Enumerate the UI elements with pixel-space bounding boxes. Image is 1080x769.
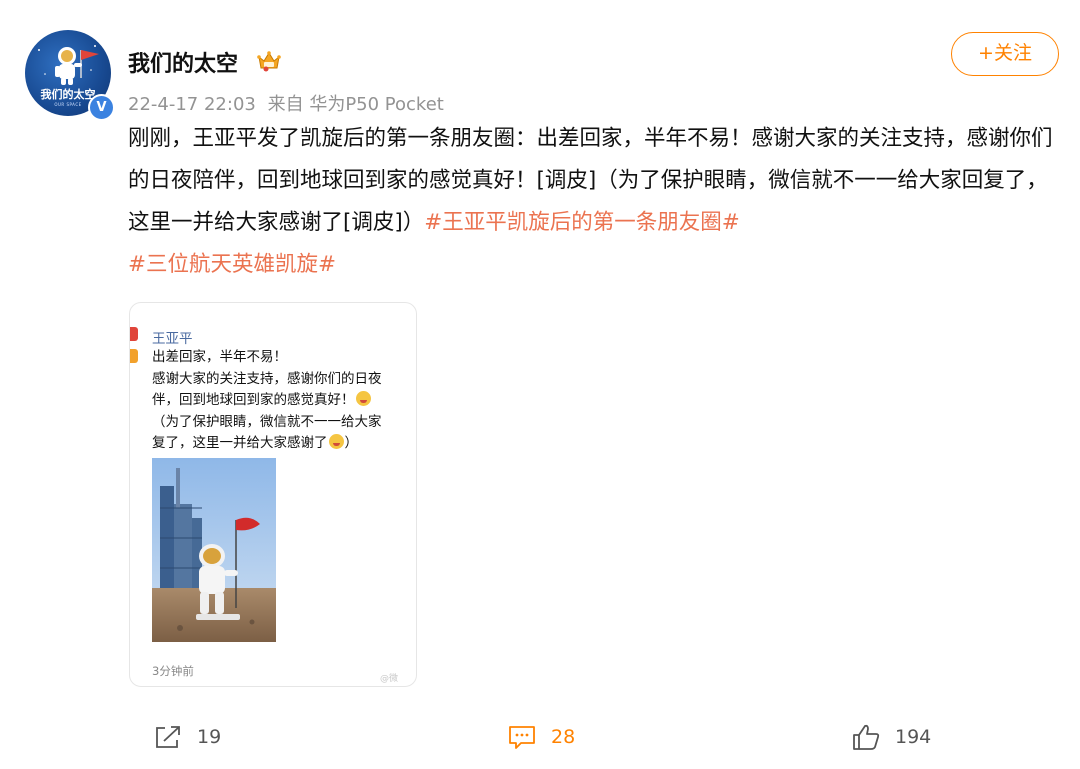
moment-line: 感谢大家的关注支持，感谢你们的日夜: [152, 370, 382, 387]
astronaut-photo: [152, 458, 276, 642]
moment-text: ）: [344, 435, 359, 451]
app-edge-icon: [130, 349, 138, 363]
moment-text: 复了，这里一并给大家感谢了: [152, 435, 328, 451]
hashtag-link[interactable]: #三位航天英雄凯旋#: [128, 252, 336, 277]
embedded-screenshot[interactable]: 王亚平 出差回家，半年不易！ 感谢大家的关注支持，感谢你们的日夜 伴，回到地球回…: [129, 302, 417, 687]
moment-author: 王亚平: [152, 331, 193, 347]
comment-count: 28: [551, 726, 576, 748]
moment-line: 伴，回到地球回到家的感觉真好！: [152, 390, 416, 412]
crown-icon[interactable]: [257, 50, 281, 72]
emoji-icon: [328, 434, 344, 449]
moment-body: 出差回家，半年不易！ 感谢大家的关注支持，感谢你们的日夜 伴，回到地球回到家的感…: [152, 347, 416, 455]
post-text: 刚刚，王亚平发了凯旋后的第一条朋友圈：出差回家，半年不易！感谢大家的关注支持，感…: [128, 118, 1063, 286]
moment-line: （为了保护眼睛，微信就不一一给大家: [152, 413, 382, 430]
post-source: 来自 华为P50 Pocket: [267, 94, 444, 115]
verified-badge-icon: V: [88, 94, 115, 121]
moment-line: 出差回家，半年不易！: [152, 349, 287, 365]
moment-line: 复了，这里一并给大家感谢了 ）: [152, 433, 416, 455]
hashtag-link[interactable]: #王亚平凯旋后的第一条朋友圈#: [424, 210, 740, 235]
author-name[interactable]: 我们的太空: [128, 46, 238, 78]
like-count: 194: [895, 726, 932, 748]
share-count: 19: [197, 726, 222, 748]
emoji-icon: [355, 391, 371, 406]
watermark: @微: [380, 674, 399, 684]
comment-icon: [509, 726, 535, 749]
like-button[interactable]: 194: [851, 722, 931, 752]
share-icon: [156, 726, 180, 748]
moment-time: 3分钟前: [152, 664, 194, 678]
follow-button[interactable]: +关注: [951, 32, 1059, 76]
app-edge-icon: [130, 327, 138, 341]
thumbs-up-icon: [853, 724, 880, 750]
moment-text: 伴，回到地球回到家的感觉真好！: [152, 392, 355, 408]
share-button[interactable]: 19: [153, 722, 221, 752]
post-meta: 22-4-17 22:03 来自 华为P50 Pocket: [128, 90, 444, 116]
post-timestamp[interactable]: 22-4-17 22:03: [128, 94, 256, 115]
comment-button[interactable]: 28: [507, 722, 575, 752]
